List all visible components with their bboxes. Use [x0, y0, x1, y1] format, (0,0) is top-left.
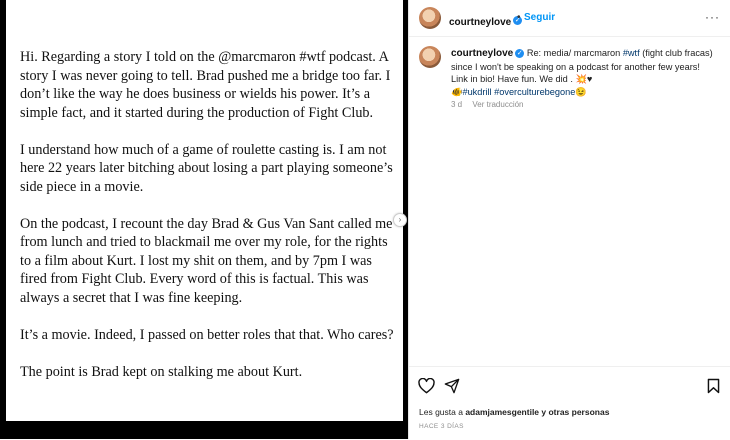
- statement-paragraph-2: I understand how much of a game of roule…: [20, 141, 393, 195]
- caption-text-3: Link in bio! Have fun. We did .: [451, 74, 573, 84]
- caption-username[interactable]: courtneylove: [451, 48, 513, 59]
- carousel-next-icon[interactable]: ›: [393, 213, 407, 227]
- post-header: courtneylove ✓ • Seguir ···: [409, 0, 730, 37]
- likes-suffix[interactable]: y otras personas: [541, 407, 609, 417]
- post-actions: Les gusta a adamjamesgentile y otras per…: [409, 366, 730, 440]
- post-timestamp[interactable]: HACE 3 DÍAS: [419, 423, 464, 430]
- follow-button[interactable]: Seguir: [524, 12, 555, 23]
- post-image[interactable]: Hi. Regarding a story I told on the @mar…: [6, 0, 407, 421]
- caption-emoji-3: 💥♥: [575, 74, 593, 84]
- hashtag-ukdrill[interactable]: #ukdrill: [462, 87, 491, 97]
- more-options-icon[interactable]: ···: [705, 10, 720, 24]
- caption-emoji-suffix: 😉: [575, 86, 587, 97]
- caption-text-2: since I won't be speaking on a podcast f…: [451, 61, 700, 72]
- caption-text-1: Re: media/ marcmaron: [526, 48, 621, 58]
- caption-text-1b: (fight club fracas): [642, 48, 713, 58]
- caption-time: 3 d: [451, 100, 463, 109]
- separator-dot: •: [517, 12, 521, 23]
- heart-icon[interactable]: [418, 378, 435, 394]
- post-media-area: Hi. Regarding a story I told on the @mar…: [0, 0, 408, 439]
- header-username[interactable]: courtneylove: [449, 17, 511, 28]
- statement-text: Hi. Regarding a story I told on the @mar…: [20, 48, 395, 400]
- avatar[interactable]: [419, 7, 441, 29]
- statement-paragraph-1: Hi. Regarding a story I told on the @mar…: [20, 49, 391, 121]
- caption-avatar[interactable]: [419, 46, 441, 68]
- likes-prefix: Les gusta a: [419, 407, 463, 417]
- caption-emoji-prefix: 🐠: [451, 86, 463, 97]
- header-user: courtneylove ✓: [449, 12, 523, 30]
- post-sidebar: courtneylove ✓ • Seguir ··· courtneylove ✓…: [408, 0, 730, 439]
- hashtag-wtf[interactable]: #wtf: [623, 48, 640, 58]
- statement-paragraph-3: On the podcast, I recount the day Brad &…: [20, 215, 393, 306]
- likes-summary: Les gusta a adamjamesgentile y otras per…: [419, 407, 609, 417]
- see-translation-link[interactable]: Ver traducción: [472, 100, 523, 109]
- caption-meta: 3 d Ver traducción: [451, 100, 524, 109]
- caption: courtneylove ✓ Re: media/ marcmaron #wtf …: [451, 47, 721, 98]
- likes-user[interactable]: adamjamesgentile: [465, 407, 539, 417]
- statement-paragraph-5: The point is Brad kept on stalking me ab…: [20, 363, 303, 380]
- bookmark-icon[interactable]: [707, 378, 720, 394]
- statement-paragraph-4: It’s a movie. Indeed, I passed on better…: [20, 326, 394, 343]
- verified-badge-icon: ✓: [515, 49, 525, 59]
- hashtag-overculturebegone[interactable]: #overculturebegone: [494, 87, 575, 97]
- send-icon[interactable]: [444, 378, 460, 394]
